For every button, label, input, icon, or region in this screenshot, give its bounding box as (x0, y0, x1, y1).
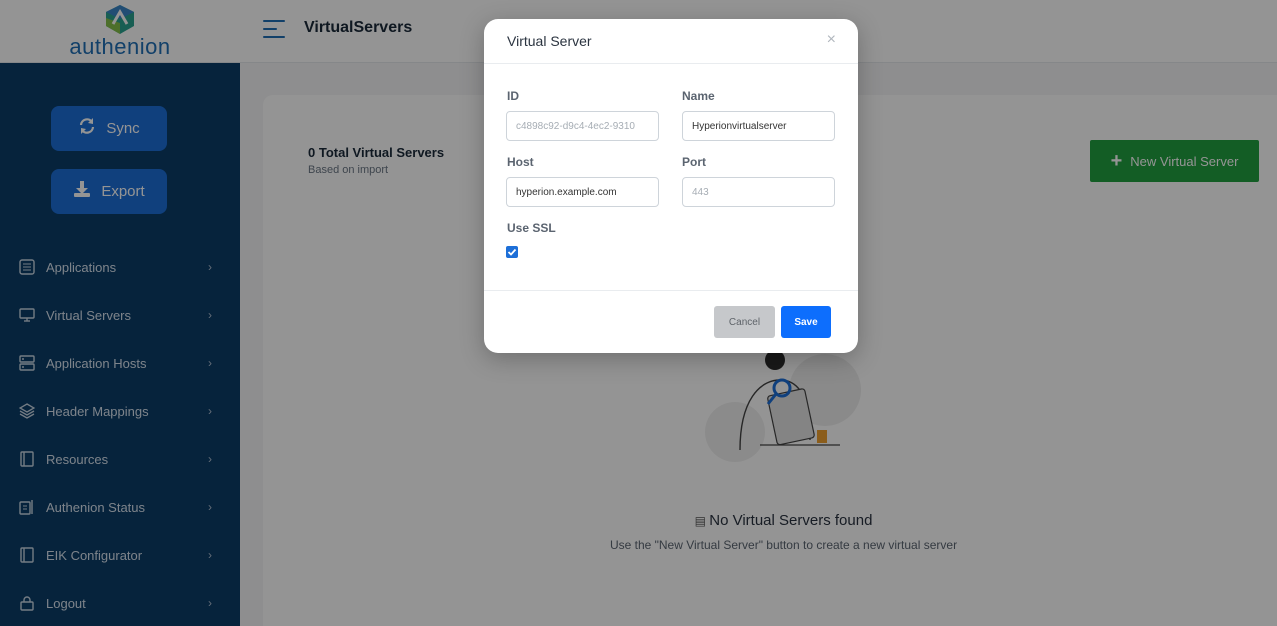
host-label: Host (507, 155, 534, 169)
use-ssl-checkbox[interactable] (506, 246, 518, 258)
use-ssl-label: Use SSL (507, 221, 556, 235)
name-field[interactable] (682, 111, 835, 141)
modal-footer: Cancel Save (484, 290, 858, 353)
name-label: Name (682, 89, 715, 103)
host-field[interactable] (506, 177, 659, 207)
checkmark-icon (507, 248, 517, 256)
port-field[interactable] (682, 177, 835, 207)
id-field[interactable] (506, 111, 659, 141)
close-icon[interactable]: × (827, 32, 836, 48)
id-label: ID (507, 89, 519, 103)
virtual-server-modal: Virtual Server × ID Name Host Port Use S… (484, 19, 858, 353)
save-button[interactable]: Save (781, 306, 831, 338)
cancel-button[interactable]: Cancel (714, 306, 775, 338)
modal-title: Virtual Server (507, 33, 592, 49)
port-label: Port (682, 155, 706, 169)
modal-header: Virtual Server × (484, 19, 858, 64)
